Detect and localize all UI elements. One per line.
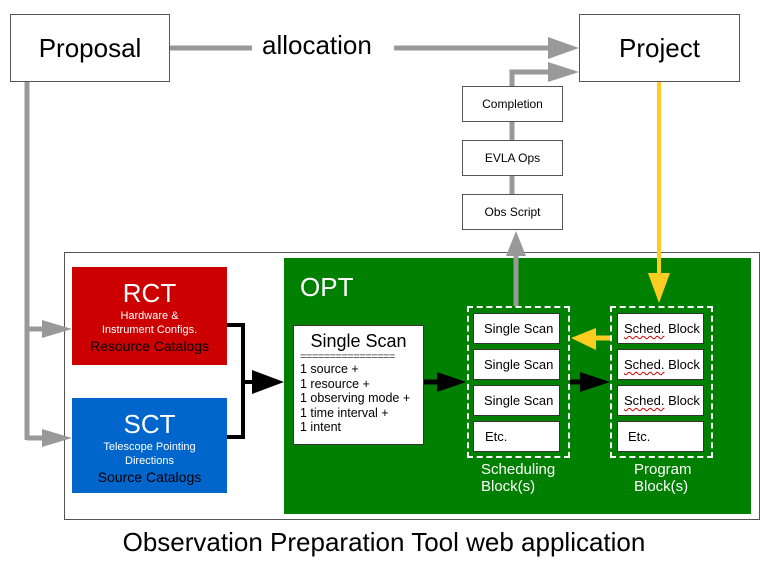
sct-box: SCT Telescope Pointing Directions Source… [72, 398, 227, 493]
sct-line2: Directions [125, 455, 174, 467]
single-scan-item: 1 time interval + [300, 405, 389, 420]
completion-label: Completion [482, 97, 543, 111]
obs-script-box: Obs Script [462, 194, 563, 230]
single-scan-item: 1 source + [300, 362, 359, 376]
proposal-box: Proposal [10, 14, 170, 82]
program-block-item: Sched. Block [617, 313, 704, 344]
single-scan-title: Single Scan [310, 331, 407, 351]
single-scan-separator: ================ [300, 352, 395, 362]
single-scan-item: 1 observing mode + [300, 391, 411, 405]
project-box: Project [579, 14, 740, 82]
scheduling-blocks-label: Scheduling Block(s) [481, 461, 556, 495]
program-blocks-label: Program Block(s) [634, 461, 692, 495]
evla-ops-box: EVLA Ops [462, 140, 563, 176]
rct-box: RCT Hardware & Instrument Configs. Resou… [72, 267, 227, 365]
evla-ops-label: EVLA Ops [484, 151, 541, 165]
scheduling-block-item: Single Scan [473, 385, 560, 416]
scheduling-block-item: Single Scan [473, 349, 560, 380]
proposal-label: Proposal [38, 32, 142, 63]
rct-subtitle: Resource Catalogs [89, 338, 210, 354]
program-block-item: Etc. [617, 421, 704, 452]
single-scan-item: 1 intent [300, 420, 342, 434]
obs-script-label: Obs Script [484, 205, 541, 219]
program-block-item: Sched. Block [617, 385, 704, 416]
rct-line2: Instrument Configs. [101, 324, 198, 336]
allocation-label: allocation [262, 30, 372, 60]
caption: Observation Preparation Tool web applica… [122, 527, 646, 557]
project-label: Project [619, 32, 700, 63]
scheduling-block-item: Etc. [473, 421, 560, 452]
program-block-item: Sched. Block [617, 349, 704, 380]
sct-title: SCT [123, 409, 176, 439]
single-scan-definition: Single Scan ================ 1 source + … [293, 325, 424, 445]
sct-subtitle: Source Catalogs [97, 469, 202, 485]
scheduling-block-item: Single Scan [473, 313, 560, 344]
single-scan-item: 1 resource + [300, 376, 370, 391]
opt-title: OPT [300, 272, 354, 302]
allocation-arrow [170, 37, 579, 59]
completion-box: Completion [462, 86, 563, 122]
rct-title: RCT [122, 278, 177, 308]
sct-line1: Telescope Pointing [103, 441, 196, 453]
rct-line1: Hardware & [120, 310, 179, 322]
